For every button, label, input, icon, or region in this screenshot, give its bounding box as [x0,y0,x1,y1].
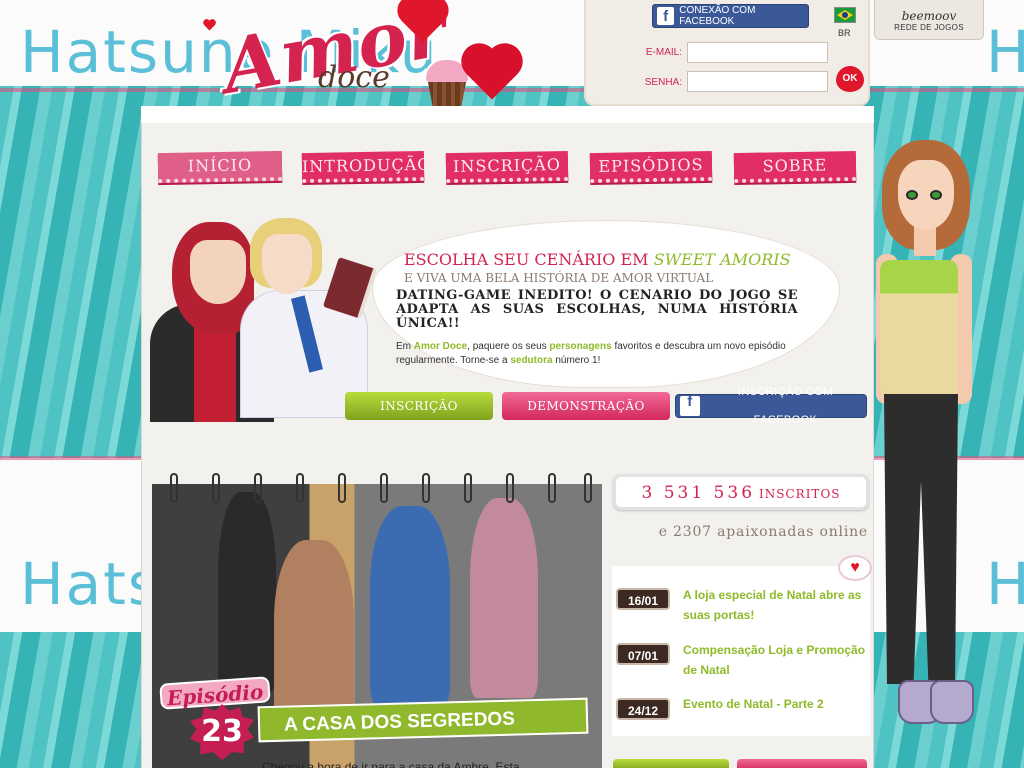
episode-character [470,498,538,698]
bottom-signup-button[interactable] [613,759,729,768]
character-girl-top [880,260,958,395]
watermark-text: Hatsune Miku [986,550,1024,618]
character-girl-eye [930,190,942,200]
episode-character [370,506,450,706]
news-date: 16/01 [616,588,670,610]
facebook-connect-label: CONEXÃO COM FACEBOOK [679,5,756,27]
facebook-icon: f [657,7,675,25]
binder-ring [212,473,220,503]
character-girl-eye [906,190,918,200]
news-item-link[interactable]: A loja especial de Natal abre as suas po… [683,585,869,625]
facebook-connect-button[interactable]: f CONEXÃO COM FACEBOOK [652,4,809,28]
hero-title-line1: ESCOLHA SEU CENÁRIO EM SWEET AMORIS [404,250,791,269]
news-item-link[interactable]: Evento de Natal - Parte 2 [683,694,869,714]
online-count: e 2307 apaixonadas online [658,524,868,540]
email-field[interactable] [687,42,828,63]
password-label: SENHA: [644,77,682,88]
binder-ring [584,473,592,503]
hero-title-highlight: SWEET AMORIS [653,250,791,269]
binder-ring [380,473,388,503]
news-date: 24/12 [616,698,670,720]
tab-introducao[interactable]: INTRODUÇÃO [301,150,432,184]
signup-button[interactable]: INSCRIÇÃO [345,392,493,420]
demo-button[interactable]: DEMONSTRAÇÃO [502,392,670,420]
binder-ring [338,473,346,503]
binder-ring [254,473,262,503]
facebook-signup-label: INSCRIÇÃO COM FACEBOOK [737,386,833,426]
logo-doce: doce [318,60,390,95]
background-stripe [0,88,1024,92]
email-label: E-MAIL: [645,47,682,58]
tab-inscricao[interactable]: INSCRIÇÃO [445,150,569,184]
bottom-demo-button[interactable] [737,759,867,768]
beemoov-subtitle: REDE DE JOGOS [894,23,964,32]
login-ok-button[interactable]: OK [836,66,864,92]
character-girl-neck [914,226,936,256]
subscriber-label: INSCRITOS [759,487,841,501]
binder-ring [170,473,178,503]
password-field[interactable] [687,71,828,92]
heart-icon: ♥ [838,555,872,581]
binder-ring [464,473,472,503]
episode-character [218,492,276,692]
character-red-hair-face [190,240,246,304]
brazil-flag-icon[interactable] [834,7,856,23]
watermark-text: Hatsune Miku [986,18,1024,86]
tab-sobre[interactable]: SOBRE [733,150,857,184]
beemoov-logo: beemoov [901,9,957,23]
binder-ring [296,473,304,503]
tab-inicio[interactable]: INÍCIO [157,150,283,184]
character-blond-face [262,234,312,294]
beemoov-network-link[interactable]: beemoov REDE DE JOGOS [874,0,984,40]
facebook-icon: f [680,393,700,416]
language-label: BR [838,28,851,38]
hero-title-line2: E VIVA UMA BELA HISTÓRIA DE AMOR VIRTUAL [404,271,714,285]
binder-ring [548,473,556,503]
binder-ring [422,473,430,503]
episode-teaser: Chegou a hora de ir para a casa da Ambre… [262,760,520,768]
news-item-link[interactable]: Compensação Loja e Promoção de Natal [683,640,869,680]
facebook-signup-button[interactable]: f INSCRIÇÃO COM FACEBOOK [675,386,867,426]
hero-headline: DATING-GAME INEDITO! O CENARIO DO JOGO S… [396,288,798,331]
binder-ring [506,473,514,503]
hero-description: Em Amor Doce, paquere os seus personagen… [396,341,786,366]
subscriber-count: 3 531 536 [641,483,756,503]
news-date: 07/01 [616,643,670,665]
subscriber-counter: 3 531 536 INSCRITOS [613,474,869,510]
tab-episodios[interactable]: EPISÓDIOS [589,150,713,184]
character-girl-shoe [930,680,974,724]
